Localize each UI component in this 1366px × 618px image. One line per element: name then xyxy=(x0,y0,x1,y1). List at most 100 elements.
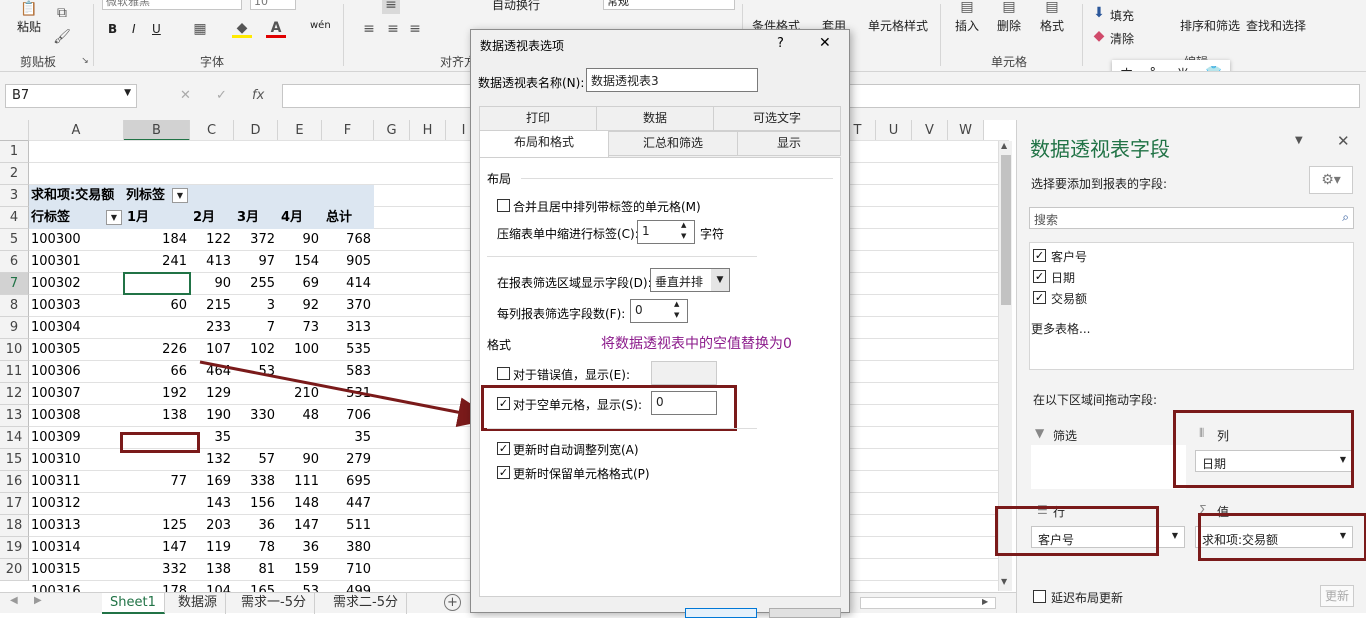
row-header[interactable]: 3 xyxy=(0,185,29,207)
row-header[interactable]: 4 xyxy=(0,207,29,229)
autofit-checkbox[interactable]: ✓ xyxy=(497,442,510,455)
row-header[interactable]: 13 xyxy=(0,405,29,427)
column-filter-dropdown[interactable]: ▼ xyxy=(172,188,188,203)
delete-cells-icon[interactable]: ▤ xyxy=(997,0,1021,15)
help-icon[interactable]: ? xyxy=(777,36,784,51)
v-scroll-up-icon[interactable]: ▲ xyxy=(1001,141,1007,150)
field-search-input[interactable]: 搜索 ⌕ xyxy=(1029,207,1354,229)
row-header[interactable]: 18 xyxy=(0,515,29,537)
tab-layout-format[interactable]: 布局和格式 xyxy=(479,130,609,158)
sort-filter-button[interactable]: 排序和筛选 xyxy=(1180,17,1240,34)
dialog-launcher-icon[interactable]: ↘ xyxy=(80,56,90,66)
insert-button[interactable]: 插入 xyxy=(955,17,979,34)
fill-button[interactable]: 填充 xyxy=(1110,7,1134,24)
tab-display[interactable]: 显示 xyxy=(737,131,841,156)
align-right-icon[interactable]: ≡ xyxy=(406,20,424,38)
row-header[interactable]: 1 xyxy=(0,141,29,163)
name-box[interactable]: B7 ▼ xyxy=(5,84,137,108)
more-tables-link[interactable]: 更多表格... xyxy=(1031,320,1090,337)
h-scroll-right-icon[interactable]: ▶ xyxy=(982,597,988,606)
clear-button[interactable]: 清除 xyxy=(1110,30,1134,47)
font-size-select[interactable]: 10 xyxy=(250,0,296,10)
column-header[interactable]: V xyxy=(912,120,948,141)
stepper-up-icon[interactable]: ▲ xyxy=(674,300,679,308)
field-checkbox-amount[interactable]: ✓ xyxy=(1033,291,1046,304)
pane-options-icon[interactable]: ▼ xyxy=(1295,135,1303,146)
stepper-down-icon[interactable]: ▼ xyxy=(674,311,679,319)
tab-print[interactable]: 打印 xyxy=(479,106,597,131)
row-header[interactable]: 12 xyxy=(0,383,29,405)
insert-cells-icon[interactable]: ▤ xyxy=(955,0,979,15)
preserve-format-checkbox[interactable]: ✓ xyxy=(497,466,510,479)
row-header[interactable]: 5 xyxy=(0,229,29,251)
stepper-down-icon[interactable]: ▼ xyxy=(681,232,686,240)
tab-scroll-right-icon[interactable]: ▶ xyxy=(34,595,42,606)
column-header[interactable]: F xyxy=(322,120,374,141)
align-top-icon[interactable]: ≡ xyxy=(382,0,400,14)
column-header[interactable]: E xyxy=(278,120,322,141)
filter-drop-area[interactable] xyxy=(1031,445,1186,489)
add-sheet-icon[interactable]: + xyxy=(444,594,461,611)
border-icon[interactable]: ▦ xyxy=(190,20,210,38)
column-header[interactable]: A xyxy=(29,120,124,141)
error-value-input[interactable] xyxy=(651,361,717,385)
align-left-icon[interactable]: ≡ xyxy=(360,20,378,38)
ime-toolbar[interactable]: 中 °, 半 👕 xyxy=(1112,60,1230,72)
field-checkbox-date[interactable]: ✓ xyxy=(1033,270,1046,283)
tab-requirement-1[interactable]: 需求一-5分 xyxy=(233,593,315,614)
tab-alt-text[interactable]: 可选文字 xyxy=(713,106,841,131)
row-header[interactable]: 11 xyxy=(0,361,29,383)
insert-function-icon[interactable]: fx xyxy=(252,88,264,103)
bold-button[interactable]: B xyxy=(108,22,117,36)
wrap-text-button[interactable]: 自动换行 xyxy=(492,0,540,13)
column-header[interactable]: G xyxy=(374,120,410,141)
merge-center-checkbox[interactable] xyxy=(497,199,510,212)
row-header[interactable]: 19 xyxy=(0,537,29,559)
cancel-formula-icon[interactable]: ✕ xyxy=(180,88,191,103)
phonetic-button[interactable]: wén xyxy=(310,20,331,31)
align-center-icon[interactable]: ≡ xyxy=(384,20,402,38)
fill-icon[interactable]: ⬇ xyxy=(1092,5,1106,21)
field-amount[interactable]: 交易额 xyxy=(1051,290,1087,307)
tab-requirement-2[interactable]: 需求二-5分 xyxy=(325,593,407,614)
gear-icon[interactable]: ⚙▾ xyxy=(1309,166,1353,194)
tab-sheet1[interactable]: Sheet1 xyxy=(102,593,165,614)
row-header[interactable]: 16 xyxy=(0,471,29,493)
font-name-select[interactable]: 微软雅黑 xyxy=(102,0,242,10)
tab-totals-filters[interactable]: 汇总和筛选 xyxy=(608,131,738,156)
field-customer[interactable]: 客户号 xyxy=(1051,248,1087,265)
pane-close-icon[interactable]: ✕ xyxy=(1337,132,1350,150)
cancel-button[interactable] xyxy=(769,608,841,618)
pivot-name-input[interactable]: 数据透视表3 xyxy=(586,68,758,92)
tab-data-source[interactable]: 数据源 xyxy=(170,593,227,614)
paste-icon[interactable]: 📋 xyxy=(12,0,46,18)
h-scrollbar[interactable] xyxy=(860,597,996,609)
field-checkbox-customer[interactable]: ✓ xyxy=(1033,249,1046,262)
select-all-corner[interactable] xyxy=(0,120,29,141)
row-header[interactable]: 9 xyxy=(0,317,29,339)
tab-data[interactable]: 数据 xyxy=(596,106,714,131)
close-icon[interactable]: ✕ xyxy=(819,35,831,51)
v-scroll-down-icon[interactable]: ▼ xyxy=(1001,577,1007,586)
row-header[interactable]: 20 xyxy=(0,559,29,581)
format-painter-icon[interactable]: 🖌 xyxy=(52,28,72,46)
error-value-checkbox[interactable] xyxy=(497,367,510,380)
underline-button[interactable]: U xyxy=(152,22,161,36)
defer-update-checkbox[interactable] xyxy=(1033,590,1046,603)
field-date[interactable]: 日期 xyxy=(1051,269,1075,286)
format-cells-icon[interactable]: ▤ xyxy=(1040,0,1064,15)
enter-formula-icon[interactable]: ✓ xyxy=(216,88,227,103)
copy-icon[interactable]: ⧉ xyxy=(52,4,72,22)
find-select-button[interactable]: 查找和选择 xyxy=(1246,17,1306,34)
selected-cell[interactable] xyxy=(123,272,191,295)
column-header[interactable]: H xyxy=(410,120,446,141)
paste-button[interactable]: 粘贴 xyxy=(17,18,41,35)
column-header[interactable]: C xyxy=(190,120,234,141)
row-header[interactable]: 17 xyxy=(0,493,29,515)
row-header[interactable]: 7 xyxy=(0,273,29,295)
row-header[interactable]: 14 xyxy=(0,427,29,449)
ime-lang[interactable]: 中 xyxy=(1120,64,1133,72)
stepper-up-icon[interactable]: ▲ xyxy=(681,221,686,229)
delete-button[interactable]: 删除 xyxy=(997,17,1021,34)
update-button[interactable]: 更新 xyxy=(1320,585,1354,607)
